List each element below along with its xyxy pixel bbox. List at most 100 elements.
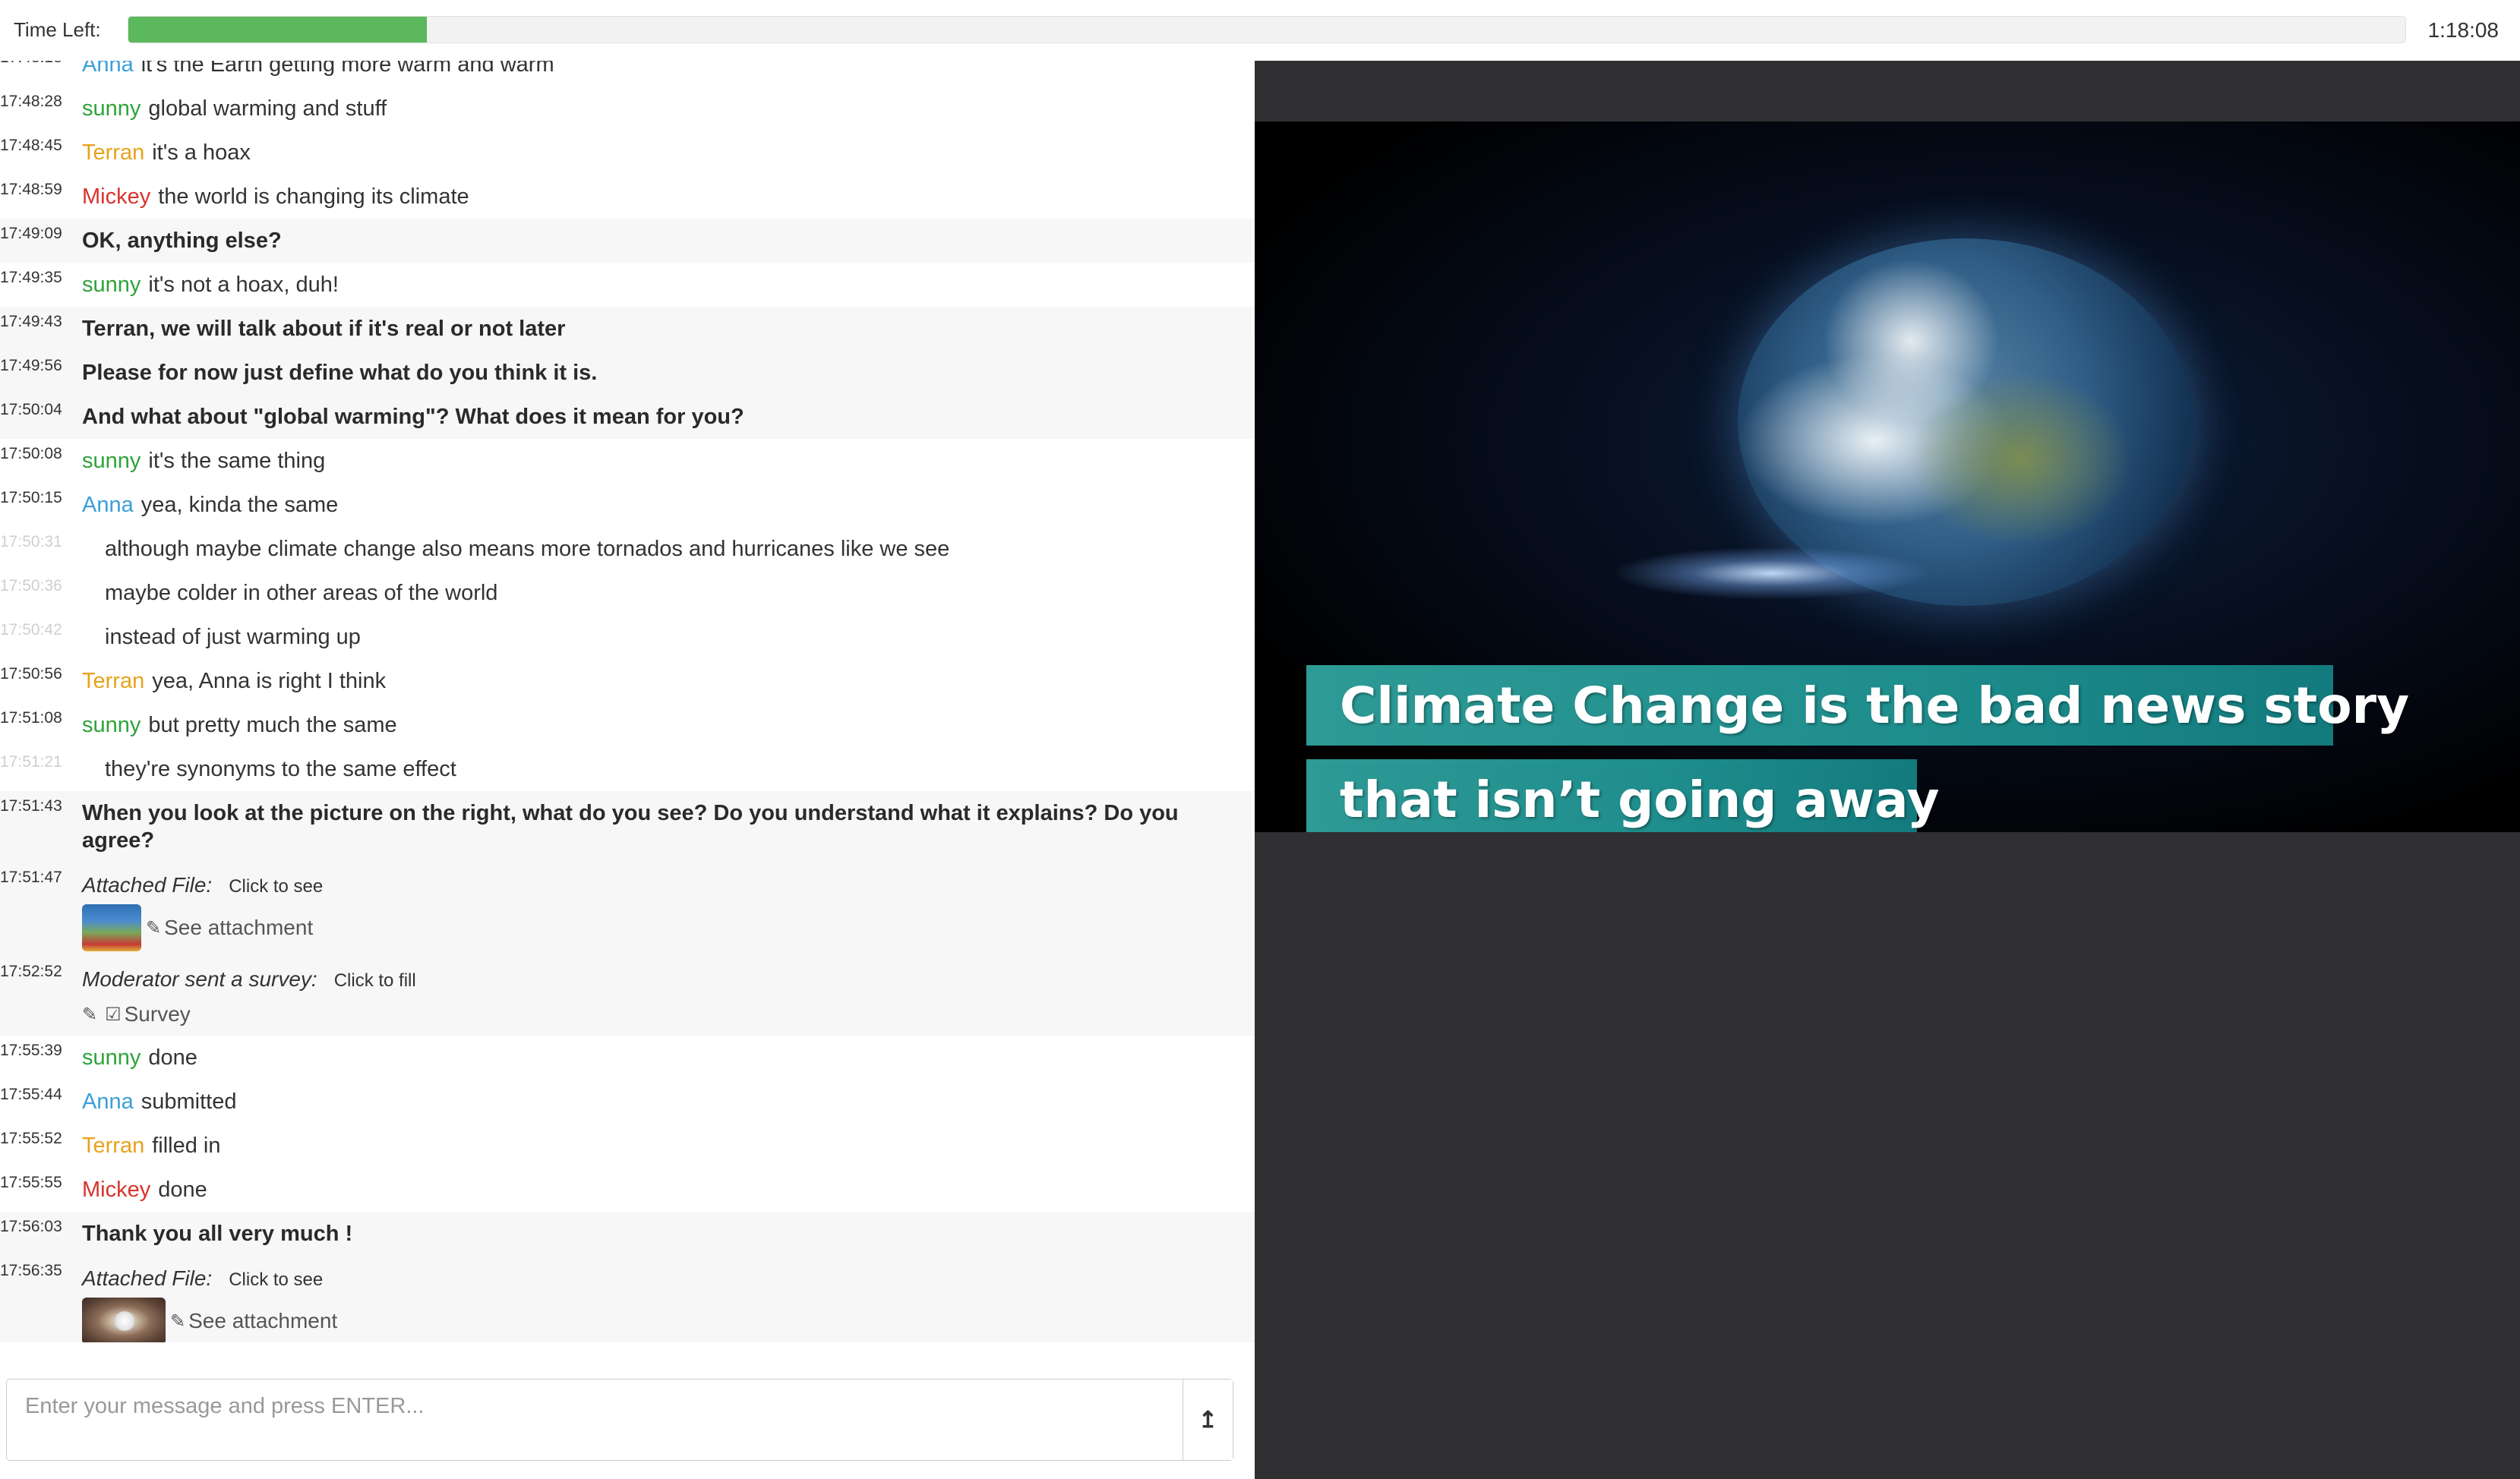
chat-message: 17:51:21 they're synonyms to the same eff… bbox=[0, 747, 1255, 791]
message-text: but pretty much the same bbox=[148, 713, 397, 737]
message-timestamp: 17:50:56 bbox=[0, 665, 62, 683]
message-username: Mickey bbox=[82, 1178, 151, 1202]
message-body: Mickey done bbox=[0, 1168, 1255, 1212]
message-timestamp: 17:56:35 bbox=[0, 1262, 62, 1279]
chat-message: 17:56:35 Attached File: Click to see ✎ See a… bbox=[0, 1256, 1255, 1342]
message-body: Terran it's a hoax bbox=[0, 131, 1255, 175]
attachment-label: Moderator sent a survey: bbox=[82, 967, 317, 991]
message-text: it's not a hoax, duh! bbox=[148, 273, 339, 297]
message-body: Anna it's the Earth getting more warm and… bbox=[0, 61, 1255, 87]
sunrise-glow bbox=[1612, 547, 1931, 600]
click-to-fill-link[interactable]: Click to fill bbox=[334, 970, 416, 991]
paperclip-icon: ✎ bbox=[170, 1310, 186, 1332]
send-button[interactable]: ↥ bbox=[1183, 1380, 1233, 1460]
message-text: OK, anything else? bbox=[82, 229, 282, 253]
message-body: Thank you all very much ! bbox=[0, 1212, 1255, 1256]
chat-log[interactable]: 17:48:18 Anna it's the Earth getting more … bbox=[0, 61, 1255, 1342]
message-timestamp: 17:48:45 bbox=[0, 137, 62, 154]
message-timestamp: 17:56:03 bbox=[0, 1218, 62, 1235]
message-timestamp: 17:50:08 bbox=[0, 445, 62, 462]
message-text: although maybe climate change also means… bbox=[105, 537, 950, 561]
chat-message: 17:49:56 Please for now just define what … bbox=[0, 351, 1255, 395]
message-text: filled in bbox=[152, 1134, 221, 1158]
survey-item: Moderator sent a survey: Click to fill ✎ ☑ S… bbox=[0, 957, 1255, 1036]
message-text: And what about "global warming"? What do… bbox=[82, 405, 744, 429]
arrow-up-icon: ↥ bbox=[1198, 1407, 1218, 1433]
video-caption-line-1: Climate Change is the bad news story bbox=[1306, 665, 2409, 746]
message-timestamp: 17:50:31 bbox=[0, 533, 62, 550]
see-attachment-link[interactable]: See attachment bbox=[188, 1309, 337, 1333]
message-timestamp: 17:49:43 bbox=[0, 313, 62, 330]
message-text: instead of just warming up bbox=[105, 625, 361, 649]
message-username: sunny bbox=[82, 96, 141, 121]
attached-file: Attached File: Click to see ✎ See attachmen… bbox=[0, 862, 1255, 957]
chat-message: 17:48:45 Terran it's a hoax bbox=[0, 131, 1255, 175]
message-timestamp: 17:55:44 bbox=[0, 1086, 62, 1103]
message-timestamp: 17:51:08 bbox=[0, 709, 62, 727]
message-timestamp: 17:55:55 bbox=[0, 1174, 62, 1191]
attachment-label: Attached File: bbox=[82, 873, 213, 897]
chat-message: 17:55:39 sunny done bbox=[0, 1036, 1255, 1080]
message-body: Terran yea, Anna is right I think bbox=[0, 659, 1255, 703]
message-input[interactable] bbox=[7, 1380, 1183, 1460]
chat-message: 17:55:44 Anna submitted bbox=[0, 1080, 1255, 1124]
chat-message: 17:48:18 Anna it's the Earth getting more … bbox=[0, 61, 1255, 87]
chat-message: 17:50:42 instead of just warming up bbox=[0, 615, 1255, 659]
click-to-see-link[interactable]: Click to see bbox=[229, 1269, 323, 1290]
message-username: Terran bbox=[82, 1134, 145, 1158]
attachment-body: ✎ ☑ Survey bbox=[82, 998, 1239, 1031]
chat-message: 17:56:03 Thank you all very much ! bbox=[0, 1212, 1255, 1256]
message-timestamp: 17:50:15 bbox=[0, 489, 62, 506]
chat-message: 17:50:15 Anna yea, kinda the same bbox=[0, 483, 1255, 527]
message-username: sunny bbox=[82, 1045, 141, 1070]
message-timestamp: 17:49:09 bbox=[0, 225, 62, 242]
attachment-body: ✎ See attachment bbox=[82, 903, 1239, 952]
message-body: Terran, we will talk about if it's real … bbox=[0, 307, 1255, 351]
chat-message: 17:50:08 sunny it's the same thing bbox=[0, 439, 1255, 483]
chat-message: 17:51:08 sunny but pretty much the same bbox=[0, 703, 1255, 747]
chat-message: 17:50:04 And what about "global warming"?… bbox=[0, 395, 1255, 439]
attachment-label: Attached File: bbox=[82, 1266, 213, 1290]
message-username: Anna bbox=[82, 61, 134, 77]
message-timestamp: 17:51:21 bbox=[0, 753, 62, 771]
chat-message: 17:49:43 Terran, we will talk about if it… bbox=[0, 307, 1255, 351]
top-bar: Time Left: 1:18:08 bbox=[0, 0, 2520, 61]
message-username: Terran bbox=[82, 140, 145, 165]
message-text: Please for now just define what do you t… bbox=[82, 361, 598, 385]
message-username: Anna bbox=[82, 1090, 134, 1114]
attachment-header: Attached File: Click to see bbox=[82, 869, 1239, 903]
message-body: sunny global warming and stuff bbox=[0, 87, 1255, 131]
message-text: they're synonyms to the same effect bbox=[105, 757, 456, 781]
attachment-thumbnail[interactable] bbox=[82, 904, 141, 951]
message-timestamp: 17:50:36 bbox=[0, 577, 62, 594]
message-body: maybe colder in other areas of the world bbox=[0, 571, 1255, 615]
attachment-thumbnail[interactable] bbox=[82, 1298, 166, 1342]
survey-link[interactable]: Survey bbox=[125, 1002, 191, 1026]
see-attachment-link[interactable]: See attachment bbox=[164, 916, 313, 940]
message-text: the world is changing its climate bbox=[158, 184, 469, 209]
message-timestamp: 17:48:18 bbox=[0, 61, 62, 67]
message-username: sunny bbox=[82, 273, 141, 297]
chat-message: 17:48:59 Mickey the world is changing its … bbox=[0, 175, 1255, 219]
message-composer: ↥ bbox=[6, 1379, 1233, 1461]
video-player[interactable]: Climate Change is the bad news story tha… bbox=[1255, 121, 2520, 832]
message-text: When you look at the picture on the righ… bbox=[82, 801, 1179, 853]
chat-message: 17:55:52 Terran filled in bbox=[0, 1124, 1255, 1168]
time-progress-fill bbox=[128, 17, 427, 43]
attachment-body: ✎ See attachment bbox=[82, 1297, 1239, 1342]
message-body: sunny but pretty much the same bbox=[0, 703, 1255, 747]
message-text: done bbox=[158, 1178, 207, 1202]
video-panel: Climate Change is the bad news story tha… bbox=[1255, 61, 2520, 1479]
message-body: sunny it's the same thing bbox=[0, 439, 1255, 483]
attached-file: Attached File: Click to see ✎ See attachmen… bbox=[0, 1256, 1255, 1342]
message-text: done bbox=[148, 1045, 197, 1070]
click-to-see-link[interactable]: Click to see bbox=[229, 876, 323, 897]
message-timestamp: 17:55:52 bbox=[0, 1130, 62, 1147]
chat-message: 17:50:36 maybe colder in other areas of t… bbox=[0, 571, 1255, 615]
chat-message: 17:55:55 Mickey done bbox=[0, 1168, 1255, 1212]
message-body: instead of just warming up bbox=[0, 615, 1255, 659]
chat-message: 17:48:28 sunny global warming and stuff bbox=[0, 87, 1255, 131]
chat-message: 17:50:31 although maybe climate change al… bbox=[0, 527, 1255, 571]
time-progress-bar bbox=[128, 16, 2406, 43]
message-text: submitted bbox=[141, 1090, 237, 1114]
